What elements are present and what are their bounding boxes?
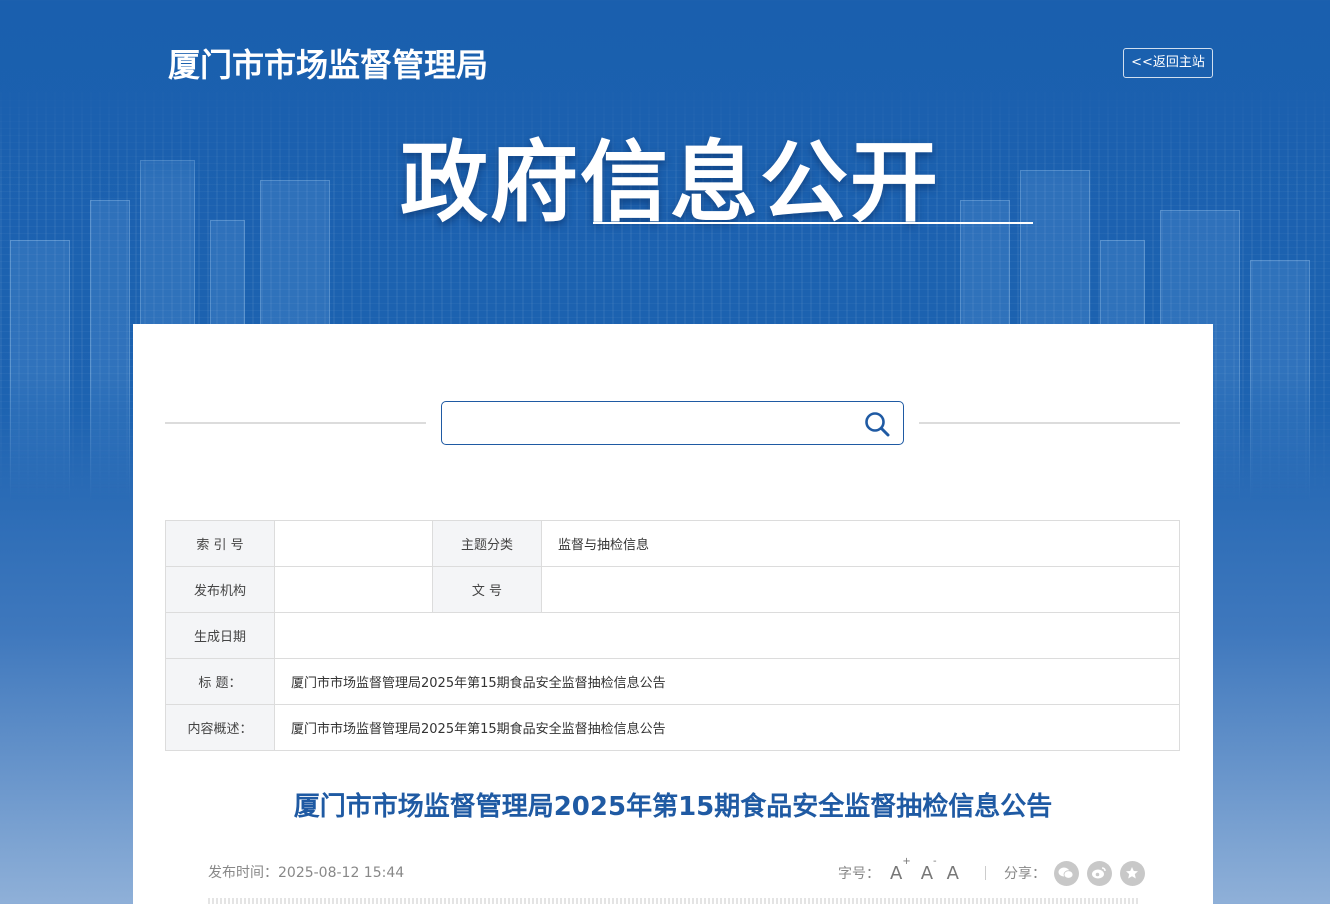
font-increase-button[interactable]: A+ [890,856,911,884]
date-value [274,612,1180,659]
table-row: 标 题： 厦门市市场监督管理局2025年第15期食品安全监督抽检信息公告 [165,658,1180,705]
font-small-label: A [920,862,934,884]
search-input[interactable] [452,410,852,436]
summary-label: 内容概述： [165,704,275,751]
date-label: 生成日期 [165,612,275,659]
building-shape [90,200,130,500]
search-box [441,401,904,445]
site-title: 厦门市市场监督管理局 [168,46,489,84]
content-panel: 索 引 号 主题分类 监督与抽检信息 发布机构 文 号 生成日期 标 题： 厦门… [133,324,1213,904]
topic-label: 主题分类 [432,520,542,567]
banner-title: 政府信息公开 [400,131,941,234]
search-row [165,401,1180,445]
search-icon[interactable] [863,410,891,438]
index-label: 索 引 号 [165,520,275,567]
title-value: 厦门市市场监督管理局2025年第15期食品安全监督抽检信息公告 [274,658,1180,705]
table-row: 内容概述： 厦门市市场监督管理局2025年第15期食品安全监督抽检信息公告 [165,704,1180,751]
table-row: 索 引 号 主题分类 监督与抽检信息 [165,520,1180,567]
banner-underline [593,222,1033,224]
title-label: 标 题： [165,658,275,705]
return-home-button[interactable]: <<返回主站 [1123,48,1213,78]
tools-divider [984,866,986,880]
metadata-table: 索 引 号 主题分类 监督与抽检信息 发布机构 文 号 生成日期 标 题： 厦门… [165,520,1180,751]
font-size-label: 字号： [838,866,880,882]
separator-bar [208,898,1138,904]
favorite-star-icon[interactable] [1119,860,1145,886]
building-shape [1250,260,1310,500]
publisher-label: 发布机构 [165,566,275,613]
building-shape [10,240,70,500]
table-row: 发布机构 文 号 [165,566,1180,613]
publisher-value [274,566,433,613]
font-decrease-button[interactable]: A- [920,856,937,884]
article-tools: 字号： A+ A- A 分享： [838,856,1145,887]
weibo-share-icon[interactable] [1086,860,1112,886]
font-large-label: A [890,862,903,884]
font-reset-button[interactable]: A [947,863,959,884]
table-row: 生成日期 [165,612,1180,659]
article-title: 厦门市市场监督管理局2025年第15期食品安全监督抽检信息公告 [293,792,1053,822]
index-value [274,520,433,567]
topic-value: 监督与抽检信息 [541,520,1180,567]
docno-label: 文 号 [432,566,542,613]
publish-time: 发布时间：2025-08-12 15:44 [208,865,405,881]
wechat-share-icon[interactable] [1053,860,1079,886]
share-label: 分享： [1003,866,1046,882]
divider-left [165,422,426,424]
divider-right [919,422,1180,424]
docno-value [541,566,1180,613]
summary-value: 厦门市市场监督管理局2025年第15期食品安全监督抽检信息公告 [274,704,1180,751]
